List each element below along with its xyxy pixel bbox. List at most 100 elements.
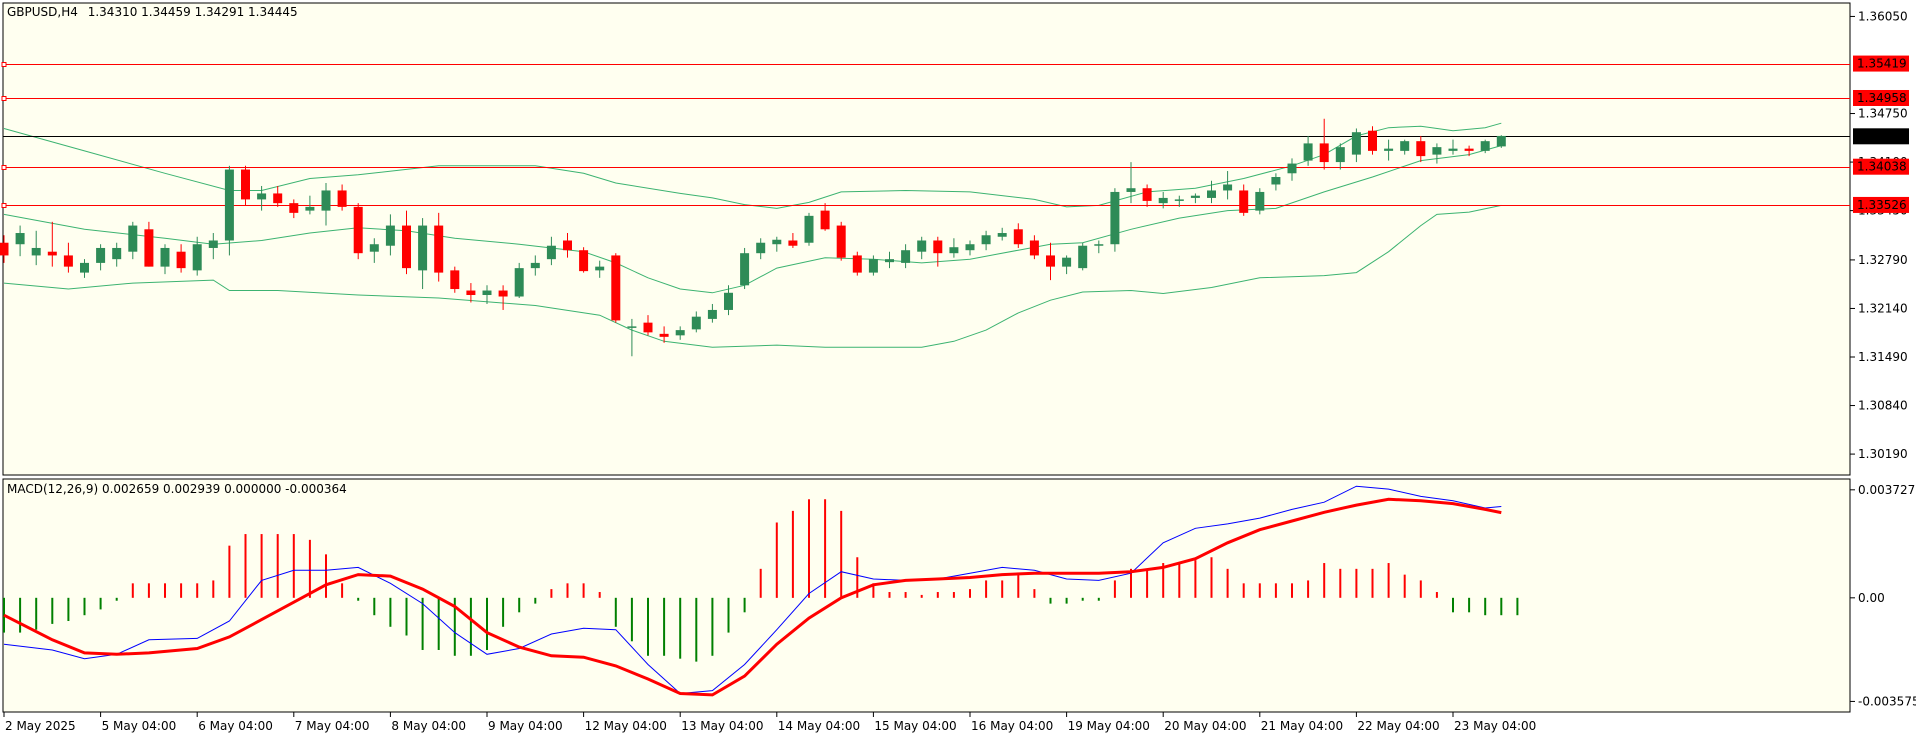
candle-bear bbox=[579, 250, 589, 272]
candle-bull bbox=[1496, 135, 1506, 147]
candle-bear bbox=[466, 290, 476, 296]
candle-bull bbox=[1190, 195, 1200, 198]
price-tick-label: 1.31490 bbox=[1858, 350, 1908, 364]
candle-bull bbox=[1062, 257, 1072, 267]
candle-bull bbox=[321, 190, 331, 211]
candle-bear bbox=[273, 193, 283, 204]
candle-bull bbox=[369, 244, 379, 252]
current-price-label: 1.34445 bbox=[1857, 129, 1907, 143]
candle-bear bbox=[1142, 188, 1152, 201]
candle-bull bbox=[724, 292, 733, 310]
price-tick-label: 1.30840 bbox=[1858, 399, 1908, 413]
candle-bull bbox=[80, 262, 89, 273]
date-tick-label: 9 May 04:00 bbox=[488, 719, 563, 733]
macd-pane[interactable] bbox=[2, 478, 1851, 713]
level-handle bbox=[1, 96, 7, 101]
date-tick-label: 21 May 04:00 bbox=[1261, 719, 1343, 733]
candle-bear bbox=[1368, 130, 1377, 151]
candle-bull bbox=[514, 268, 524, 297]
candle-bull bbox=[160, 247, 170, 267]
candle-bull bbox=[901, 250, 911, 263]
price-tick-label: 1.36050 bbox=[1858, 9, 1908, 23]
candle-bull bbox=[1384, 148, 1394, 151]
trading-chart[interactable]: 1.360501.347501.341001.334501.327901.321… bbox=[0, 0, 1916, 737]
candle-bull bbox=[208, 240, 218, 248]
candle-bull bbox=[31, 247, 41, 256]
level-price-label: 1.35419 bbox=[1857, 57, 1907, 71]
candle-bull bbox=[1480, 141, 1490, 151]
candle-bull bbox=[1287, 163, 1297, 174]
candle-bear bbox=[450, 270, 460, 290]
level-handle bbox=[1, 165, 7, 170]
candle-bull bbox=[112, 247, 122, 260]
macd-header: MACD(12,26,9) 0.002659 0.002939 0.000000… bbox=[7, 482, 347, 496]
candle-bear bbox=[434, 225, 444, 273]
candle-bull bbox=[1255, 191, 1265, 211]
candle-bear bbox=[144, 229, 154, 267]
candle-bear bbox=[353, 206, 363, 254]
candle-bull bbox=[1271, 177, 1281, 185]
candle-bear bbox=[63, 255, 73, 267]
candle-bull bbox=[1351, 132, 1361, 155]
candle-bull bbox=[385, 225, 395, 246]
price-tick-label: 1.32790 bbox=[1858, 253, 1908, 267]
candle-bull bbox=[627, 326, 637, 328]
candle-bear bbox=[289, 203, 299, 213]
date-tick-label: 15 May 04:00 bbox=[874, 719, 956, 733]
level-handle bbox=[1, 203, 7, 208]
price-tick-label: 1.34750 bbox=[1858, 107, 1908, 121]
candle-bull bbox=[546, 245, 556, 260]
candle-bear bbox=[852, 255, 862, 273]
date-tick-label: 8 May 04:00 bbox=[391, 719, 466, 733]
candle-bull bbox=[772, 239, 782, 245]
candle-bull bbox=[1223, 184, 1233, 191]
candle-bull bbox=[305, 206, 315, 211]
level-price-label: 1.34958 bbox=[1857, 91, 1907, 105]
candle-bull bbox=[868, 259, 878, 273]
candle-bear bbox=[611, 255, 621, 321]
candle-bull bbox=[1174, 199, 1184, 201]
price-tick-label: 1.30190 bbox=[1858, 447, 1908, 461]
candle-bull bbox=[965, 244, 975, 251]
candle-bull bbox=[1207, 190, 1216, 198]
candle-bear bbox=[1029, 240, 1039, 256]
date-tick-label: 6 May 04:00 bbox=[198, 719, 273, 733]
date-tick-label: 19 May 04:00 bbox=[1068, 719, 1150, 733]
candle-bear bbox=[402, 225, 411, 269]
candle-bull bbox=[981, 235, 991, 245]
candle-bull bbox=[804, 215, 814, 243]
price-pane[interactable] bbox=[2, 2, 1851, 476]
candle-bull bbox=[1448, 148, 1458, 151]
candle-bear bbox=[1319, 143, 1329, 163]
candle-bear bbox=[337, 190, 347, 207]
candle-bull bbox=[224, 169, 234, 241]
candle-bull bbox=[1126, 188, 1136, 192]
ohlc-values: 1.34310 1.34459 1.34291 1.34445 bbox=[88, 5, 298, 19]
candle-bull bbox=[15, 233, 25, 245]
level-price-label: 1.34038 bbox=[1857, 160, 1907, 174]
candle-bear bbox=[176, 251, 186, 269]
candle-bull bbox=[707, 309, 717, 319]
date-tick-label: 20 May 04:00 bbox=[1164, 719, 1246, 733]
candle-bear bbox=[498, 290, 508, 297]
macd-tick-label: 0.00 bbox=[1858, 591, 1885, 605]
candle-bull bbox=[885, 259, 894, 263]
candle-bull bbox=[257, 193, 267, 200]
candle-bear bbox=[788, 240, 798, 246]
macd-tick-label: 0.003727 bbox=[1858, 483, 1915, 497]
level-handle bbox=[1, 62, 7, 67]
candle-bull bbox=[482, 290, 492, 296]
date-tick-label: 7 May 04:00 bbox=[295, 719, 370, 733]
candle-bull bbox=[1078, 245, 1088, 269]
date-tick-label: 5 May 04:00 bbox=[102, 719, 177, 733]
candle-bull bbox=[530, 262, 540, 269]
candle-bull bbox=[997, 233, 1007, 237]
chart-canvas[interactable]: 1.360501.347501.341001.334501.327901.321… bbox=[0, 0, 1916, 737]
level-price-label: 1.33526 bbox=[1857, 198, 1907, 212]
candle-bear bbox=[836, 225, 846, 258]
candle-bull bbox=[756, 242, 766, 254]
candle-bull bbox=[1094, 244, 1104, 246]
candle-bull bbox=[96, 247, 106, 263]
candle-bear bbox=[0, 242, 9, 256]
candle-bear bbox=[241, 169, 250, 200]
